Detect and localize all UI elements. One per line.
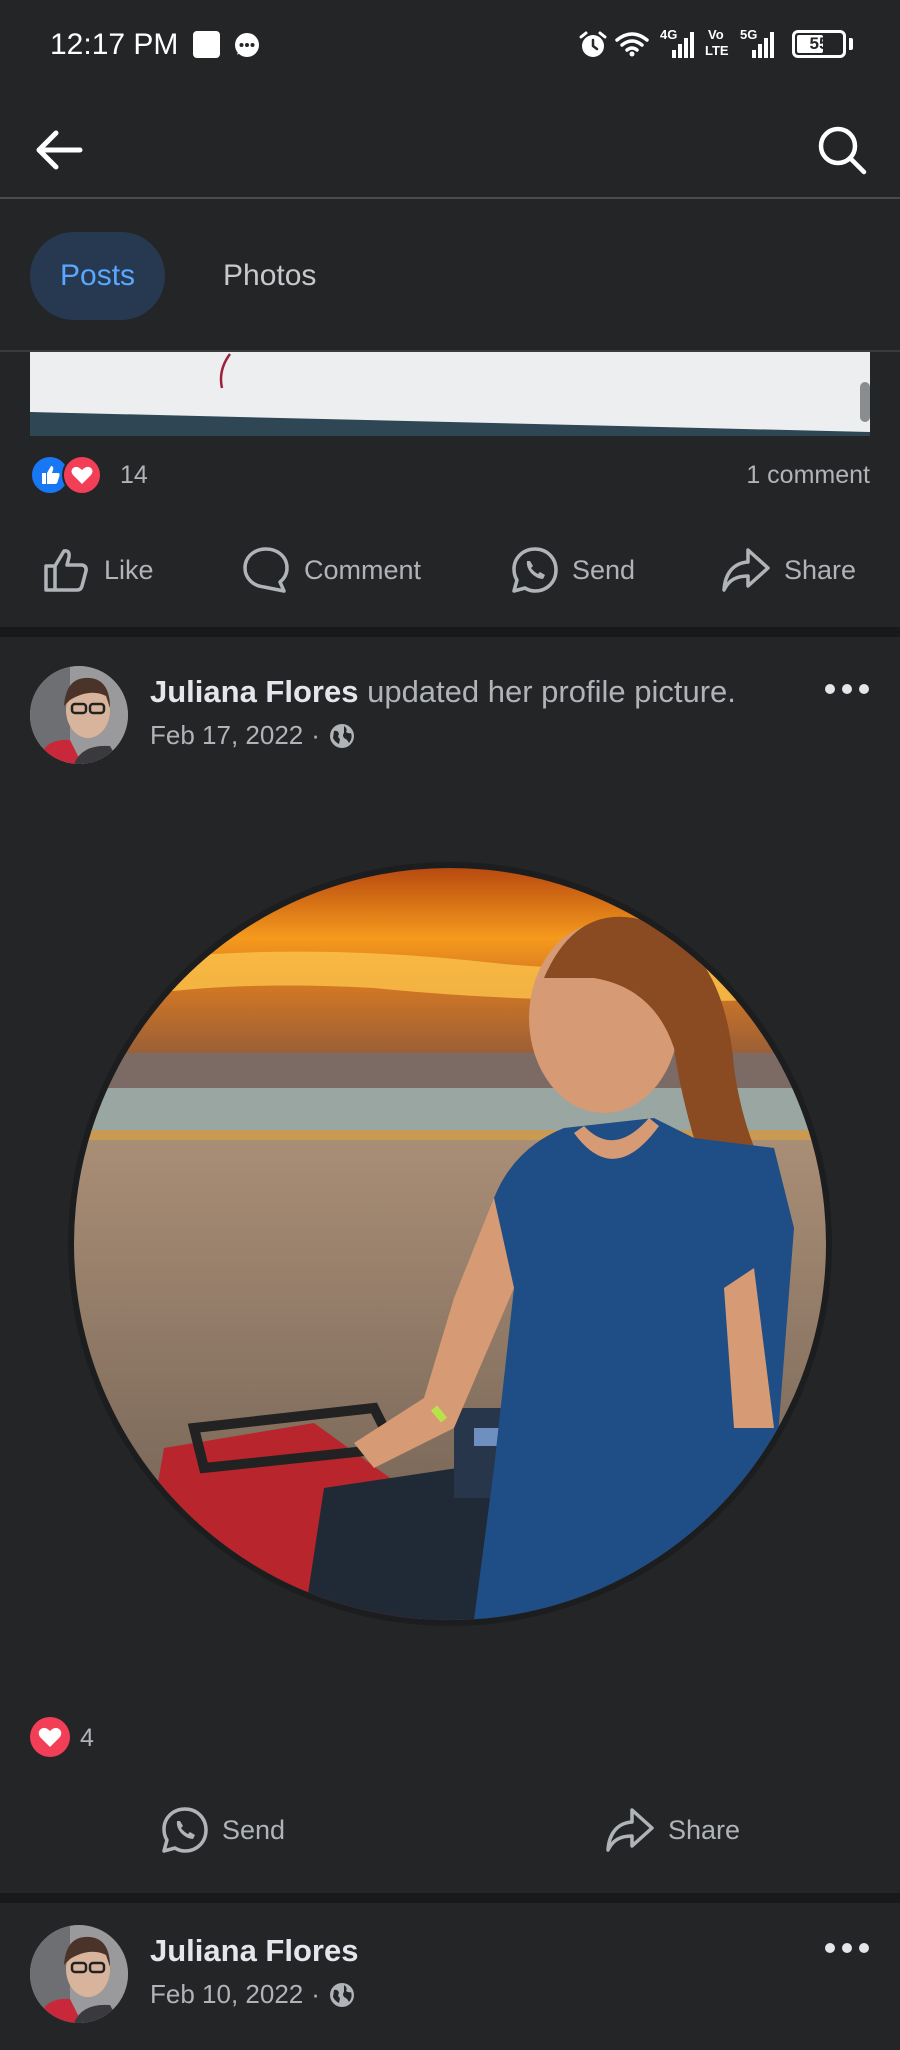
like-label: Like: [104, 554, 154, 585]
meta-separator: ·: [311, 720, 320, 750]
post-meta: Feb 17, 2022 ·: [150, 720, 356, 751]
status-bar: 12:17 PM 4G Vo LTE 5G 55: [0, 0, 900, 92]
post-divider: [0, 1893, 900, 1903]
send-label: Send: [572, 554, 636, 585]
post-divider: [0, 627, 900, 637]
previous-post-image-content: [30, 352, 870, 436]
whatsapp-icon: [162, 1807, 208, 1853]
post-header: Juliana Flores updated her profile pictu…: [30, 666, 870, 766]
share-label: Share: [784, 554, 857, 585]
author-avatar[interactable]: [30, 666, 128, 764]
comment-count-link[interactable]: 1 comment: [746, 461, 870, 490]
tab-posts[interactable]: Posts: [30, 232, 166, 320]
send-button[interactable]: Send: [160, 1775, 285, 1885]
reaction-count: 14: [120, 461, 148, 489]
previous-post-image[interactable]: [30, 352, 870, 436]
post-meta: Feb 10, 2022 ·: [150, 1979, 356, 2010]
signal-bars-icon: [672, 32, 694, 58]
author-name[interactable]: Juliana Flores: [150, 1933, 358, 1968]
love-reaction-icon: [62, 455, 102, 495]
volte-bottom-label: LTE: [705, 43, 729, 58]
post-date[interactable]: Feb 17, 2022: [150, 720, 303, 751]
battery-cap: [849, 38, 853, 50]
post-title: Juliana Flores updated her profile pictu…: [150, 674, 736, 710]
tab-photos[interactable]: Photos: [193, 232, 346, 320]
avatar-image: [30, 666, 128, 764]
wifi-icon: [615, 30, 649, 58]
post-actions: Send Share: [0, 1775, 900, 1885]
previous-post-actions: Like Comment Send Share: [0, 515, 900, 625]
share-label: Share: [668, 1814, 741, 1845]
alarm-icon: [578, 30, 608, 60]
more-horizontal-icon: [825, 684, 869, 694]
arrow-left-icon: [36, 130, 83, 170]
author-name[interactable]: Juliana Flores: [150, 674, 358, 709]
profile-photo-image: [74, 868, 826, 1620]
message-icon: [233, 31, 261, 59]
reaction-count[interactable]: 4: [80, 1724, 94, 1753]
search-button[interactable]: [810, 118, 874, 182]
battery-icon: 55: [792, 30, 846, 58]
comment-label: Comment: [304, 554, 422, 585]
author-avatar[interactable]: [30, 1925, 128, 2023]
status-time: 12:17 PM: [50, 28, 179, 61]
post-date[interactable]: Feb 10, 2022: [150, 1979, 303, 2010]
profile-tabs: Posts Photos: [0, 200, 900, 352]
meta-separator: ·: [311, 1979, 320, 2009]
share-button[interactable]: Share: [604, 1775, 740, 1885]
love-reaction-icon: [30, 1717, 70, 1757]
search-icon: [818, 126, 867, 175]
post-options-button[interactable]: [822, 1933, 872, 1963]
send-label: Send: [222, 1814, 286, 1845]
post-title: Juliana Flores: [150, 1933, 358, 1969]
whatsapp-icon: [512, 547, 558, 593]
share-arrow-icon: [606, 1808, 654, 1852]
share-button[interactable]: Share: [720, 515, 856, 625]
post-options-button[interactable]: [822, 674, 872, 704]
share-arrow-icon: [722, 548, 770, 592]
send-button[interactable]: Send: [510, 515, 635, 625]
battery-level: 55: [809, 34, 829, 53]
volte-top-label: Vo: [708, 27, 724, 42]
globe-icon: [329, 723, 354, 748]
thumbs-up-icon: [44, 549, 88, 592]
top-navigation: [0, 92, 900, 199]
post-activity: updated her profile picture.: [358, 674, 736, 709]
more-horizontal-icon: [825, 1943, 869, 1953]
profile-picture-photo[interactable]: [68, 862, 832, 1626]
post-header: Juliana Flores Feb 10, 2022 ·: [30, 1925, 870, 2025]
comment-bubble-icon: [243, 547, 289, 593]
status-icons: 4G Vo LTE 5G 55: [560, 0, 900, 92]
notification-icon: [193, 31, 220, 58]
comment-button[interactable]: Comment: [240, 515, 421, 625]
signal-bars-icon: [752, 32, 774, 58]
avatar-image: [30, 1925, 128, 2023]
back-button[interactable]: [28, 118, 92, 182]
like-button[interactable]: Like: [40, 515, 154, 625]
previous-post-reactions[interactable]: 14 1 comment: [30, 453, 870, 497]
globe-icon: [329, 1982, 354, 2007]
